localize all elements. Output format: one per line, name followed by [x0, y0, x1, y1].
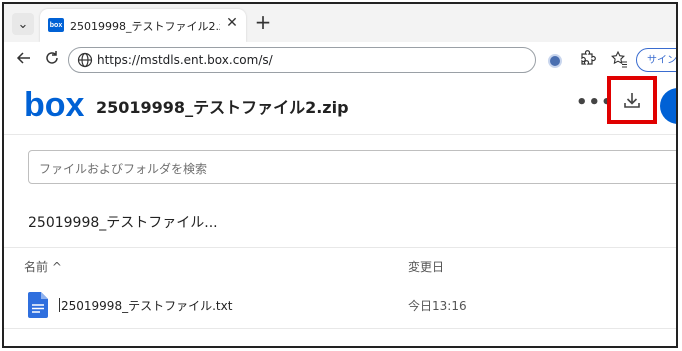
address-bar[interactable]: https://mstdls.ent.box.com/s/: [68, 47, 536, 73]
globe-icon: [77, 52, 93, 72]
url-text: https://mstdls.ent.box.com/s/: [97, 53, 273, 67]
download-icon[interactable]: [622, 90, 642, 114]
extension-icon[interactable]: [548, 54, 562, 68]
box-favicon-icon: box: [48, 18, 64, 32]
column-header-modified[interactable]: 変更日: [408, 258, 444, 275]
tab-close-icon[interactable]: ✕: [224, 15, 240, 31]
tab-title: 25019998_テストファイル2.zip | Powe: [70, 20, 220, 33]
new-tab-button[interactable]: +: [252, 11, 274, 33]
box-logo[interactable]: box: [24, 86, 85, 126]
browser-window: ⌄ box 25019998_テストファイル2.zip | Powe ✕ + h…: [2, 2, 678, 348]
tab-strip: ⌄ box 25019998_テストファイル2.zip | Powe ✕ +: [4, 4, 676, 42]
puzzle-extensions-icon[interactable]: [578, 50, 596, 72]
download-highlight-box: [607, 76, 657, 124]
refresh-icon[interactable]: [42, 50, 62, 70]
address-bar-row: https://mstdls.ent.box.com/s/ サインイ: [4, 42, 676, 79]
file-modified-date: 今日13:16: [408, 299, 467, 313]
file-name-link[interactable]: 25019998_テストファイル.txt: [61, 297, 232, 314]
box-logo-text: box: [24, 88, 84, 122]
search-input[interactable]: ファイルおよびフォルダを検索: [28, 150, 676, 184]
user-avatar[interactable]: [660, 88, 676, 124]
text-file-icon: [28, 292, 48, 322]
shared-file-title: 25019998_テストファイル2.zip: [96, 98, 349, 117]
table-row[interactable]: 25019998_テストファイル.txt 今日13:16: [4, 284, 676, 329]
folder-heading: 25019998_テストファイル...: [28, 215, 218, 231]
tab-search-dropdown-icon[interactable]: ⌄: [12, 13, 34, 35]
favorites-icon[interactable]: [610, 50, 628, 72]
box-header: box 25019998_テストファイル2.zip •••: [4, 76, 676, 135]
sign-in-button[interactable]: サインイ: [636, 48, 676, 72]
search-placeholder: ファイルおよびフォルダを検索: [39, 162, 208, 176]
browser-tab[interactable]: box 25019998_テストファイル2.zip | Powe ✕: [40, 9, 246, 42]
back-arrow-icon[interactable]: [14, 50, 34, 70]
text-cursor: [59, 298, 60, 312]
column-header-name[interactable]: 名前 ^: [24, 258, 62, 275]
table-header: 名前 ^ 変更日: [4, 247, 676, 285]
